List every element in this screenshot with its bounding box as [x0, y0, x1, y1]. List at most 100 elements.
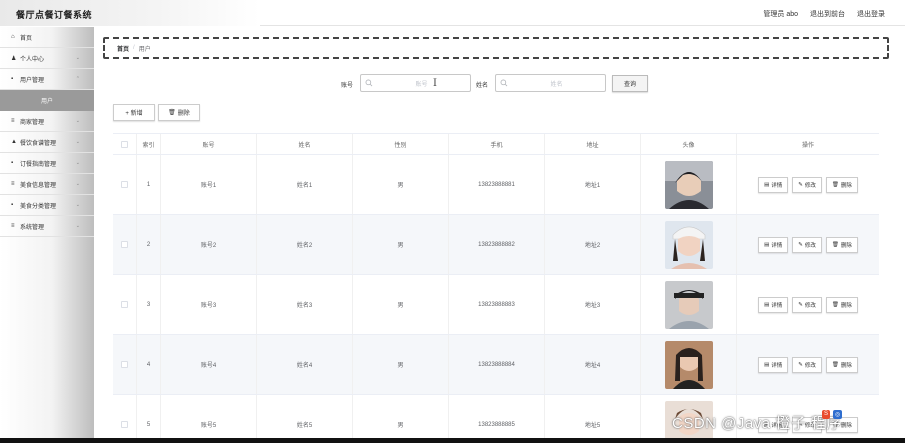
header-phone: 手机: [449, 134, 545, 154]
detail-button[interactable]: ▤ 详情: [758, 176, 789, 193]
cell-actions: ▤ 详情 ✎ 修改 🗑 删除: [737, 275, 879, 334]
detail-button[interactable]: ▤ 详情: [758, 356, 789, 373]
cell-address: 地址1: [545, 155, 641, 214]
sidebar-item-guide-management[interactable]: ▪ 订餐指南管理 ⌄: [0, 153, 94, 174]
sidebar-item-profile[interactable]: ♟ 个人中心 ⌄: [0, 48, 94, 69]
text-cursor-icon: I: [433, 78, 437, 89]
cell-phone: 13823888883: [449, 275, 545, 334]
sidebar-item-label: 用户: [40, 99, 53, 105]
cell-sex: 男: [353, 215, 449, 274]
sidebar-item-system-management[interactable]: ≡ 系统管理 ⌄: [0, 216, 94, 237]
row-checkbox[interactable]: [121, 301, 128, 308]
logout-link[interactable]: 退出登录: [857, 9, 885, 19]
edit-icon: ✎: [798, 241, 803, 248]
sidebar-item-label: 美食分类管理: [20, 203, 57, 210]
sidebar-item-merchant-management[interactable]: ≡ 商家管理 ⌄: [0, 111, 94, 132]
sidebar-item-label: 美食信息管理: [20, 182, 57, 189]
detail-button[interactable]: ▤ 详情: [758, 296, 789, 313]
sidebar-item-users[interactable]: 用户: [0, 90, 94, 111]
exit-to-front-link[interactable]: 退出到前台: [810, 9, 845, 19]
cell-account: 账号4: [161, 335, 257, 394]
add-button[interactable]: + 新增: [113, 104, 155, 121]
cell-avatar: [641, 335, 737, 394]
chevron-down-icon: ⌄: [75, 55, 80, 61]
cell-actions: ▤ 详情 ✎ 修改 🗑 删除: [737, 155, 879, 214]
floating-toolbar: S ◎: [822, 410, 843, 419]
delete-button[interactable]: 🗑 删除: [825, 236, 858, 253]
thumb-icon: ▲: [11, 139, 17, 145]
row-checkbox[interactable]: [121, 241, 128, 248]
detail-label: 详情: [771, 302, 783, 309]
account-search-input[interactable]: 账号: [360, 74, 471, 92]
avatar: [664, 220, 713, 269]
user-table: 索引 账号 姓名 性别 手机 地址 头像 操作 1 账号1 姓名1 男 1382…: [113, 133, 879, 443]
cell-sex: 男: [353, 275, 449, 334]
grid-icon: ▪: [11, 202, 14, 208]
cell-address: 地址3: [545, 275, 641, 334]
cell-sex: 男: [353, 395, 449, 443]
add-button-label: + 新增: [125, 111, 143, 117]
cell-account: 账号2: [161, 215, 257, 274]
float-icon-2[interactable]: ◎: [833, 410, 843, 419]
cell-index: 4: [137, 335, 161, 394]
delete-button[interactable]: 🗑 删除: [825, 296, 858, 313]
edit-icon: ✎: [798, 361, 803, 368]
home-icon: ⌂: [11, 34, 15, 40]
sidebar-item-food-info-management[interactable]: ≡ 美食信息管理 ⌄: [0, 174, 94, 195]
edit-button[interactable]: ✎ 修改: [792, 236, 822, 253]
row-checkbox[interactable]: [121, 181, 128, 188]
detail-button[interactable]: ▤ 详情: [758, 236, 789, 253]
name-search-input[interactable]: 姓名: [495, 74, 606, 92]
detail-label: 详情: [771, 242, 783, 249]
float-icon-1[interactable]: S: [822, 410, 831, 419]
header-sex: 性别: [353, 134, 449, 154]
delete-button[interactable]: 🗑 删除: [825, 176, 858, 193]
cell-avatar: [641, 215, 737, 274]
table-row: 4 账号4 姓名4 男 13823888884 地址4 ▤ 详情 ✎ 修改 🗑 删除: [113, 335, 879, 395]
cell-name: 姓名2: [257, 215, 353, 274]
header-checkbox-cell: [113, 134, 137, 154]
breadcrumb-current: 用户: [138, 46, 151, 53]
edit-button[interactable]: ✎ 修改: [792, 296, 822, 313]
sidebar-item-label: 系统管理: [20, 224, 45, 231]
chevron-up-icon: ⌃: [75, 76, 80, 82]
chevron-down-icon: ⌄: [75, 181, 80, 187]
trash-icon: 🗑: [831, 301, 839, 308]
row-checkbox-cell: [113, 275, 137, 334]
header-avatar: 头像: [641, 134, 737, 154]
avatar: [664, 160, 713, 209]
edit-label: 修改: [804, 362, 816, 369]
chevron-down-icon: ⌄: [75, 160, 80, 166]
cell-phone: 13823888885: [449, 395, 545, 443]
edit-button[interactable]: ✎ 修改: [792, 356, 822, 373]
batch-delete-button[interactable]: 🗑 删除: [158, 104, 200, 121]
select-all-checkbox[interactable]: [121, 140, 128, 148]
current-user: 管理员 abo: [763, 11, 798, 18]
sidebar-item-home[interactable]: ⌂ 首页: [0, 27, 94, 48]
cell-avatar: [641, 155, 737, 214]
breadcrumb-home[interactable]: 首页: [117, 44, 129, 53]
sidebar-item-user-management[interactable]: ▪ 用户管理 ⌃: [0, 69, 94, 90]
row-checkbox[interactable]: [121, 361, 128, 368]
cell-address: 地址2: [545, 215, 641, 274]
list-icon: ≡: [11, 181, 15, 187]
delete-button[interactable]: 🗑 删除: [825, 356, 858, 373]
query-button[interactable]: 查询: [612, 75, 648, 92]
sidebar-item-label: 首页: [20, 35, 33, 42]
row-checkbox-cell: [113, 155, 137, 214]
cell-name: 姓名1: [257, 155, 353, 214]
trash-icon: 🗑: [168, 110, 176, 116]
delete-label: 删除: [840, 302, 852, 309]
cell-sex: 男: [353, 155, 449, 214]
row-checkbox[interactable]: [121, 421, 128, 428]
header-index: 索引: [137, 134, 161, 154]
cell-phone: 13823888882: [449, 215, 545, 274]
sliders-icon: ≡: [11, 118, 15, 124]
delete-label: 删除: [840, 362, 852, 369]
sidebar-item-food-category-management[interactable]: ▪ 美食分类管理 ⌄: [0, 195, 94, 216]
sidebar-item-recipe-management[interactable]: ▲ 餐饮食谱管理 ⌄: [0, 132, 94, 153]
grid-icon: ▪: [11, 160, 14, 166]
header-actions: 操作: [801, 142, 814, 149]
cell-index: 2: [137, 215, 161, 274]
edit-button[interactable]: ✎ 修改: [792, 176, 822, 193]
